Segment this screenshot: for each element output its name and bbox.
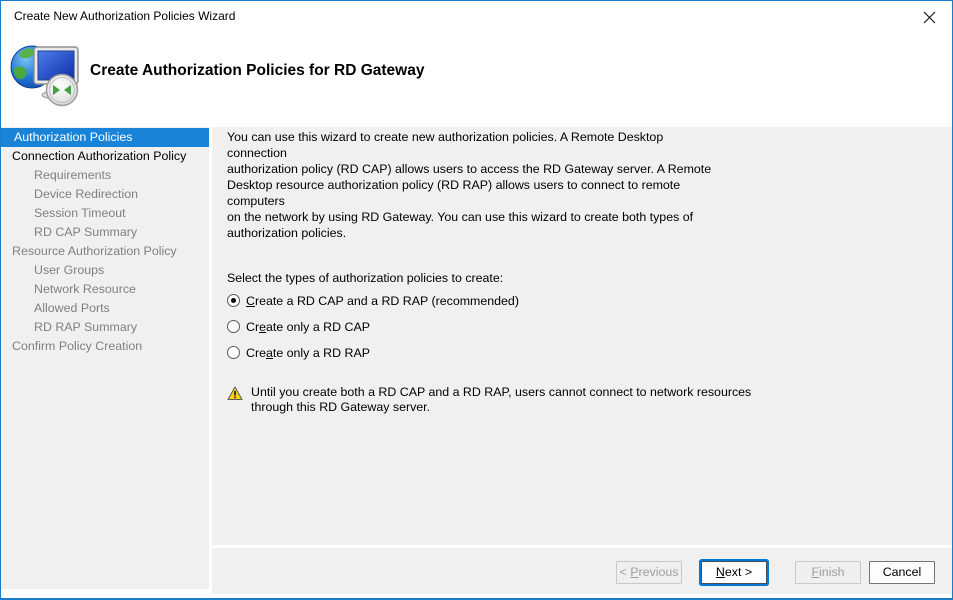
titlebar: Create New Authorization Policies Wizard — [1, 1, 952, 32]
previous-button[interactable]: < Previous — [616, 561, 682, 584]
warning-text: Until you create both a RD CAP and a RD … — [251, 385, 751, 415]
sidebar-item-confirm-policy-creation: Confirm Policy Creation — [1, 337, 209, 356]
radio-create-only-cap[interactable]: Create only a RD CAP — [227, 315, 932, 338]
radio-label: Create only a RD CAP — [246, 320, 370, 334]
sidebar-item-session-timeout: Session Timeout — [1, 204, 209, 223]
radio-label: Create only a RD RAP — [246, 346, 370, 360]
radio-create-cap-and-rap[interactable]: Create a RD CAP and a RD RAP (recommende… — [227, 289, 932, 312]
finish-button[interactable]: Finish — [795, 561, 861, 584]
sidebar-item-rd-cap-summary: RD CAP Summary — [1, 223, 209, 242]
radio-button[interactable] — [227, 346, 240, 359]
radio-group-label: Select the types of authorization polici… — [227, 270, 932, 286]
sidebar-item-allowed-ports: Allowed Ports — [1, 299, 209, 318]
rd-gateway-icon — [10, 41, 80, 107]
wizard-button-bar: < Previous Next > Finish Cancel — [212, 548, 952, 594]
window-title: Create New Authorization Policies Wizard — [14, 1, 235, 32]
radio-create-only-rap[interactable]: Create only a RD RAP — [227, 341, 932, 364]
radio-label: Create a RD CAP and a RD RAP (recommende… — [246, 294, 519, 308]
next-button[interactable]: Next > — [701, 561, 767, 584]
radio-button[interactable] — [227, 320, 240, 333]
sidebar-item-user-groups: User Groups — [1, 261, 209, 280]
warning-icon — [227, 386, 243, 401]
sidebar-item-device-redirection: Device Redirection — [1, 185, 209, 204]
close-icon — [923, 11, 936, 24]
page-title: Create Authorization Policies for RD Gat… — [90, 62, 424, 80]
warning-note: Until you create both a RD CAP and a RD … — [227, 385, 932, 415]
cancel-button[interactable]: Cancel — [869, 561, 935, 584]
intro-text: You can use this wizard to create new au… — [227, 129, 717, 241]
sidebar-item-network-resource: Network Resource — [1, 280, 209, 299]
sidebar-item-connection-authorization-policy: Connection Authorization Policy — [1, 147, 209, 166]
radio-button-selected[interactable] — [227, 294, 240, 307]
wizard-steps-sidebar: Authorization Policies Connection Author… — [1, 127, 209, 589]
sidebar-item-requirements: Requirements — [1, 166, 209, 185]
sidebar-item-rd-rap-summary: RD RAP Summary — [1, 318, 209, 337]
sidebar-item-authorization-policies: Authorization Policies — [1, 128, 209, 147]
wizard-page-content: You can use this wizard to create new au… — [212, 127, 952, 545]
wizard-header: Create Authorization Policies for RD Gat… — [1, 32, 952, 128]
sidebar-item-resource-authorization-policy: Resource Authorization Policy — [1, 242, 209, 261]
close-button[interactable] — [915, 4, 943, 30]
wizard-window: Create New Authorization Policies Wizard — [0, 0, 953, 600]
